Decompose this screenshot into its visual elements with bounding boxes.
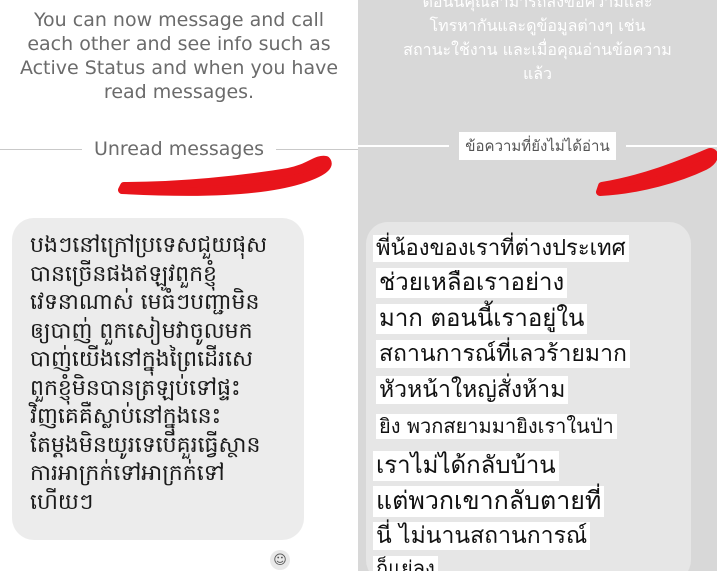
translated-unread-divider: ข้อความที่ยังไม่ได้อ่าน [358, 132, 717, 160]
translation-line: พี่น้องของเราที่ต่างประเทศ [373, 235, 629, 263]
right-translation-panel: ตอนนี้คุณสามารถส่งข้อความและ โทรหากันและ… [358, 0, 717, 571]
translation-line: แต่พวกเขากลับตายที่ [373, 486, 605, 517]
unread-divider: Unread messages [0, 138, 358, 160]
left-chat-panel: You can now message and call each other … [0, 0, 358, 571]
add-reaction-icon[interactable]: ☺ [270, 550, 290, 570]
connection-notice: You can now message and call each other … [19, 9, 339, 103]
translation-line: หัวหน้าใหญ่สั่งห้าม [376, 376, 569, 405]
unread-divider-label: Unread messages [93, 138, 265, 160]
translation-line: เราไม่ได้กลับบ้าน [373, 451, 559, 481]
translation-line: ช่วยเหลือเราอย่าง [376, 268, 568, 298]
translation-line: มาก ตอนนี้เราอยู่ใน [376, 304, 588, 334]
message-text: បងៗនៅក្រៅប្រទេសជួយផុស បានច្រើនផងឥឡូវពួកខ… [30, 233, 268, 515]
translated-divider-label: ข้อความที่ยังไม่ได้อ่าน [459, 132, 616, 160]
translated-connection-notice: ตอนนี้คุณสามารถส่งข้อความและ โทรหากันและ… [403, 0, 672, 83]
translation-line: นี่ ไม่นานสถานการณ์ [373, 522, 591, 551]
translation-line: ยิง พวกสยามมายิงเราในป่า [376, 414, 617, 439]
translation-line: สถานการณ์ที่เลวร้ายมาก [376, 340, 630, 369]
translation-line: ก็แย่ลง [373, 556, 438, 571]
